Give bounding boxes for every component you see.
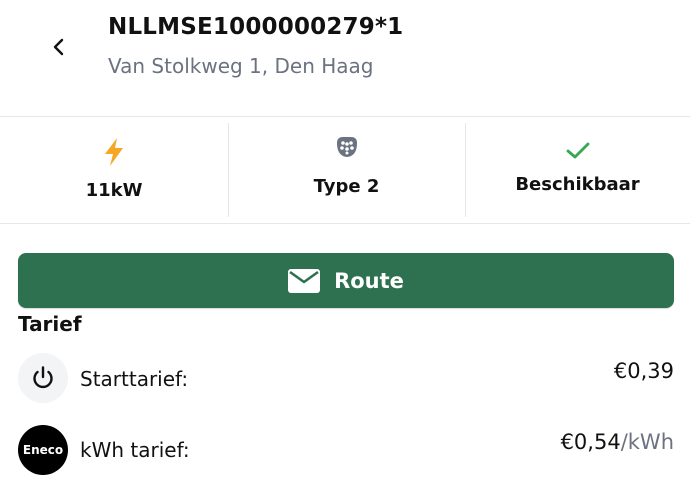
tariff-label: Starttarief:	[80, 367, 189, 391]
station-id-title: NLLMSE1000000279*1	[108, 14, 404, 40]
route-button[interactable]: Route	[18, 253, 674, 308]
price-unit: /kWh	[620, 430, 674, 454]
header: NLLMSE1000000279*1 Van Stolkweg 1, Den H…	[0, 0, 690, 116]
tariff-row-kwh: Eneco kWh tarief: €0,54/kWh	[18, 425, 674, 477]
check-icon	[566, 142, 589, 159]
price-value: €0,39	[613, 359, 674, 383]
bolt-icon	[105, 138, 123, 166]
tarief-heading: Tarief	[18, 312, 82, 336]
price-value: €0,54	[560, 430, 621, 454]
status-label: Beschikbaar	[515, 174, 640, 195]
tariff-price: €0,54/kWh	[561, 430, 674, 454]
eneco-logo: Eneco	[18, 425, 68, 475]
power-icon	[18, 353, 68, 403]
charger-info-row: 11kW Type 2 Beschikbaar	[0, 117, 690, 223]
station-address: Van Stolkweg 1, Den Haag	[108, 54, 374, 78]
route-button-label: Route	[334, 268, 404, 293]
mail-icon	[288, 268, 321, 293]
divider	[0, 223, 690, 224]
back-button[interactable]	[44, 30, 74, 64]
status-info: Beschikbaar	[465, 117, 690, 223]
type2-connector-icon	[336, 137, 357, 157]
tariff-row-start: Starttarief: €0,39	[18, 353, 674, 405]
connector-info: Type 2	[228, 117, 465, 223]
power-info: 11kW	[0, 117, 228, 223]
power-label: 11kW	[85, 180, 143, 201]
connector-label: Type 2	[313, 176, 380, 197]
back-arrow-icon	[53, 38, 64, 56]
tariff-price: €0,39	[614, 359, 674, 383]
tariff-label: kWh tarief:	[80, 438, 190, 462]
eneco-logo-text: Eneco	[22, 443, 64, 457]
